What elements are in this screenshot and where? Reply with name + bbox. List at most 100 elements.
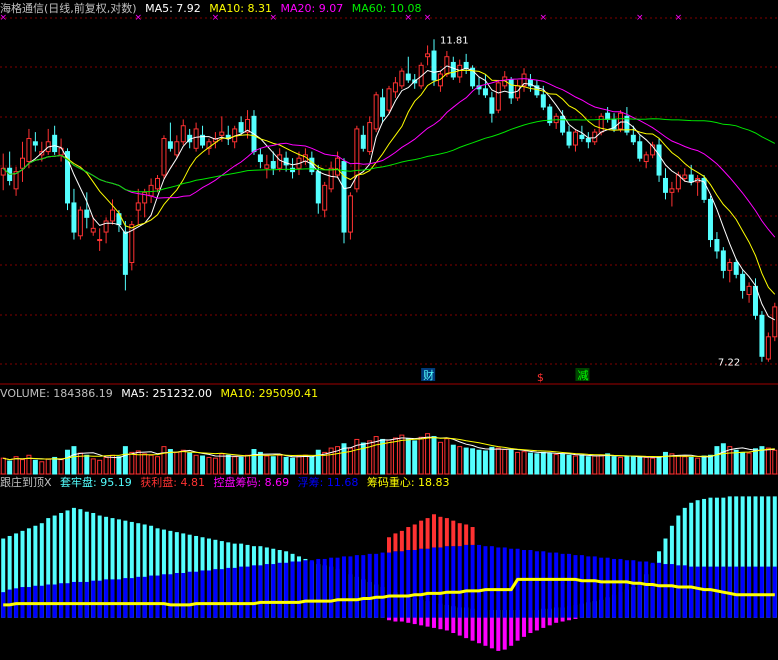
stock-chart[interactable]: × × × × × × × × ×11.817.22财 $ 减	[0, 0, 778, 660]
candle-body	[656, 144, 662, 176]
candle-body	[354, 128, 360, 190]
volume-bar	[302, 454, 308, 475]
control-bar	[316, 558, 321, 618]
volume-bar	[682, 456, 688, 475]
candle-body	[772, 306, 778, 338]
candle-body	[328, 167, 334, 190]
candle-body	[727, 262, 733, 271]
volume-bar	[52, 456, 58, 475]
volume-bar	[367, 440, 373, 475]
candle-body	[707, 198, 713, 241]
candle-body	[219, 131, 225, 136]
candle-body	[495, 82, 501, 111]
control-bar	[412, 550, 417, 618]
candle-body	[579, 134, 585, 140]
control-bar	[206, 570, 211, 618]
volume-bar	[566, 454, 572, 475]
control-bar	[496, 547, 501, 618]
control-bar	[747, 566, 752, 618]
control-neg-bar	[419, 617, 424, 626]
candle-body	[450, 61, 456, 78]
control-bar	[399, 551, 404, 618]
control-bar	[509, 548, 514, 618]
control-bar	[271, 564, 276, 618]
control-neg-bar	[457, 617, 462, 636]
candle-body	[585, 138, 591, 143]
volume-bar	[193, 454, 199, 475]
candle-body	[84, 209, 90, 218]
control-bar	[631, 560, 636, 618]
volume-bar	[90, 458, 96, 475]
control-bar	[46, 584, 51, 618]
profit-label: 获利盘: 4.81	[140, 476, 205, 489]
profit-bar	[451, 520, 456, 547]
candle-body	[605, 112, 611, 120]
top-marker: ×	[636, 13, 644, 23]
control-bar	[554, 552, 559, 618]
volume-bar	[611, 456, 617, 475]
control-bar	[296, 561, 301, 618]
candle-body	[322, 184, 328, 211]
volume-bar	[155, 456, 161, 475]
control-bar	[470, 544, 475, 618]
volume-bar	[437, 441, 443, 475]
volume-bar	[425, 433, 431, 475]
control-bar	[689, 566, 694, 618]
control-bar	[200, 570, 205, 618]
control-bar	[541, 551, 546, 618]
candle-body	[598, 115, 604, 133]
volume-bar	[733, 449, 739, 475]
candle-body	[97, 239, 103, 242]
volume-bar	[650, 457, 656, 475]
volume-bar	[470, 448, 476, 475]
candle-body	[662, 177, 668, 193]
candle-body	[508, 79, 514, 99]
control-bar	[329, 557, 334, 618]
volume-bar	[579, 454, 585, 475]
control-neg-bar	[547, 617, 552, 626]
profit-bar	[464, 524, 469, 545]
main-chart-header: 海格通信(日线,前复权,对数) MA5: 7.92 MA10: 8.31 MA2…	[0, 2, 426, 16]
volume-bar	[219, 453, 225, 475]
control-neg-bar	[528, 617, 533, 634]
candle-body	[13, 171, 19, 190]
control-bar	[772, 566, 777, 618]
control-bar	[560, 553, 565, 618]
candle-body	[315, 171, 321, 204]
volume-bar	[759, 446, 765, 475]
volume-bar	[489, 446, 495, 475]
candle-body	[759, 314, 765, 357]
volume-bar	[656, 456, 662, 475]
volume-ma5: MA5: 251232.00	[121, 387, 212, 400]
profit-bar	[425, 518, 430, 549]
control-neg-bar	[554, 617, 559, 623]
volume-bar	[296, 455, 302, 475]
profit-bar	[470, 527, 475, 545]
candle-body	[688, 174, 694, 183]
control-bar	[477, 544, 482, 618]
control-neg-bar	[412, 617, 417, 625]
volume-bar	[277, 454, 283, 475]
control-neg-bar	[496, 617, 501, 651]
volume-value: VOLUME: 184386.19	[0, 387, 113, 400]
volume-bar	[707, 454, 713, 475]
control-neg-bar	[387, 617, 391, 621]
control-bar	[695, 566, 700, 618]
candle-body	[386, 88, 392, 111]
volume-bar	[380, 438, 386, 475]
volume-bar	[637, 456, 643, 475]
control-bar	[387, 552, 391, 618]
control-bar	[406, 550, 411, 618]
control-bar	[104, 579, 109, 618]
volume-bar	[7, 460, 13, 475]
volume-bar	[116, 456, 122, 475]
control-bar	[367, 553, 372, 618]
control-bar	[438, 547, 443, 618]
control-bar	[194, 571, 199, 618]
volume-bar	[238, 456, 244, 475]
volume-bar	[58, 459, 64, 475]
volume-bar	[20, 459, 25, 475]
candle-body	[714, 239, 720, 252]
volume-bar	[540, 451, 546, 475]
control-bar	[142, 576, 147, 618]
